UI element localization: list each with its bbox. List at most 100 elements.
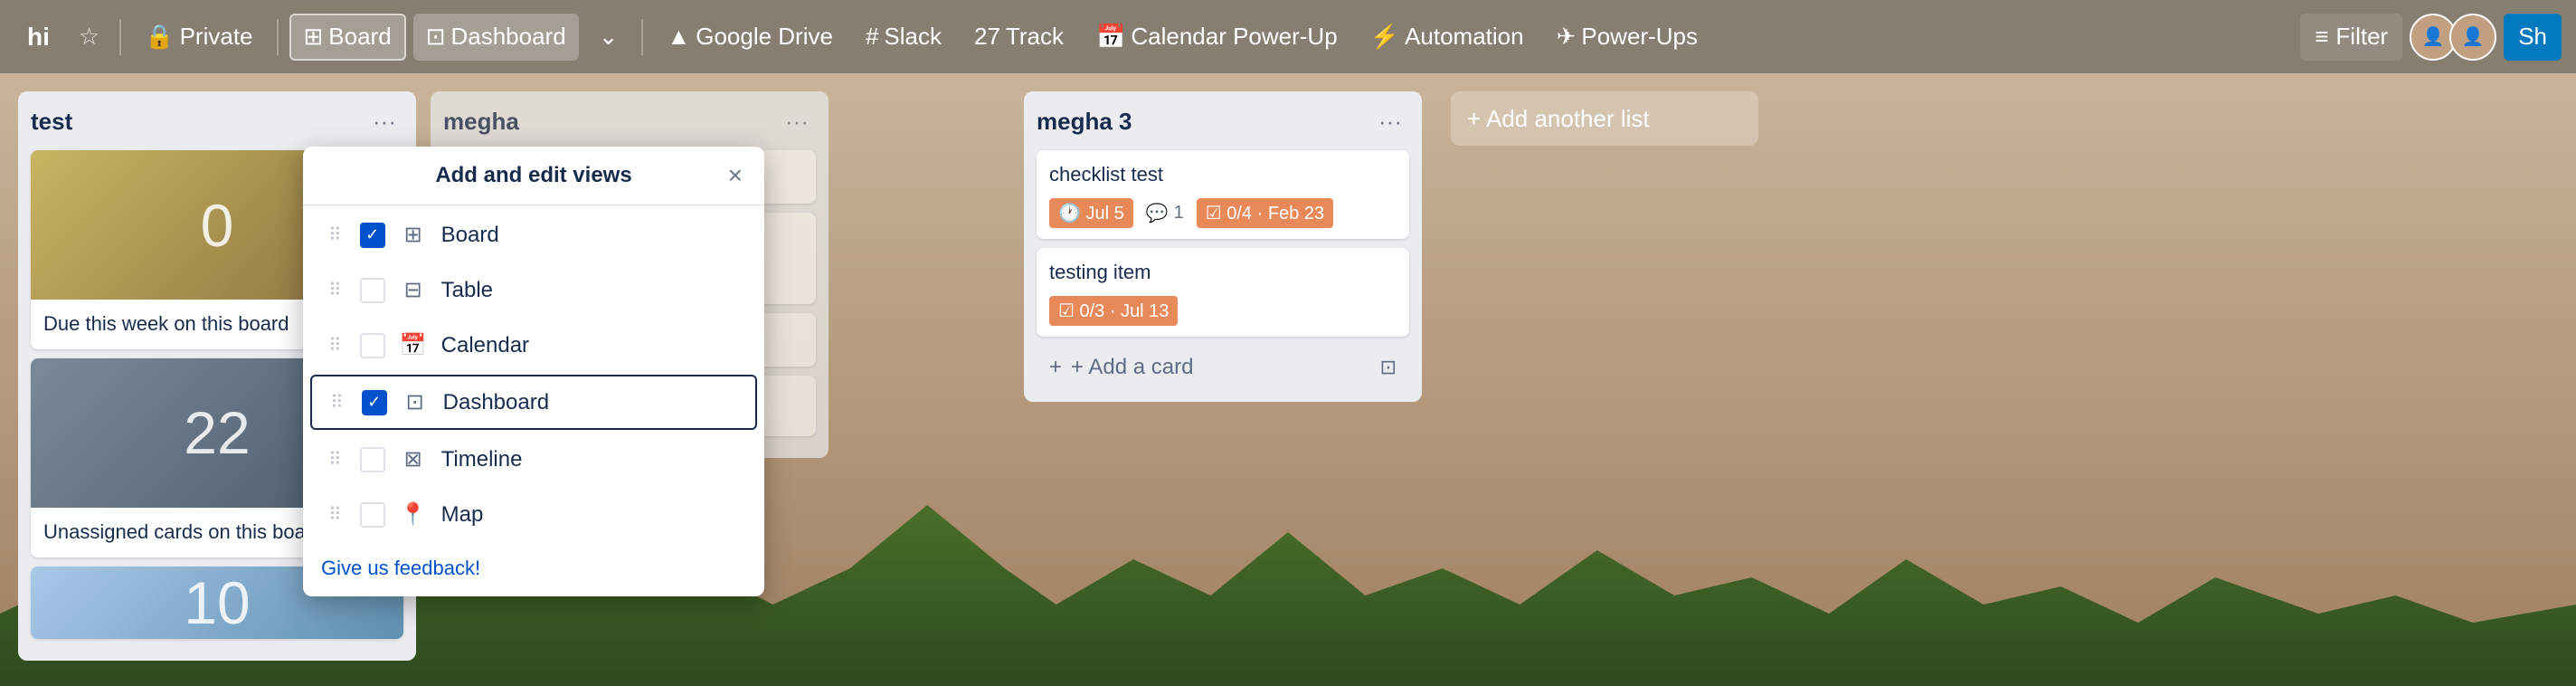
panel-item-calendar[interactable]: ⠿ 📅 Calendar (310, 319, 757, 371)
avatar-group: 👤 👤 (2410, 14, 2496, 61)
list-test-title: test (31, 108, 72, 136)
chevron-down-icon: ⌄ (599, 23, 619, 51)
automation-button[interactable]: ⚡ Automation (1358, 14, 1537, 61)
panel-header: Add and edit views × (303, 147, 764, 205)
board-icon: ⊞ (304, 23, 324, 51)
checkbox-calendar[interactable] (360, 333, 385, 358)
checkbox-dashboard[interactable]: ✓ (362, 390, 387, 415)
avatar-image-2: 👤 (2451, 15, 2495, 59)
board-view-label: Board (441, 223, 499, 248)
map-view-icon: 📍 (400, 501, 427, 528)
drag-handle-board: ⠿ (328, 224, 342, 246)
track-label: Track (1006, 23, 1064, 51)
add-card-text: + Add a card (1071, 355, 1193, 380)
private-button[interactable]: 🔒 Private (132, 14, 265, 61)
checkbox-table[interactable] (360, 278, 385, 303)
panel-item-timeline[interactable]: ⠿ ⊠ Timeline (310, 434, 757, 485)
share-button[interactable]: Sh (2504, 14, 2562, 61)
google-drive-label: Google Drive (696, 23, 833, 51)
checkmark-board: ✓ (365, 225, 379, 244)
card-counter-10: 10 (184, 568, 250, 637)
dashboard-view-icon: ⊡ (402, 389, 429, 415)
track-icon: 27 (974, 23, 1000, 51)
template-icon[interactable]: ⊡ (1380, 356, 1397, 379)
card-testing-item[interactable]: testing item ☑ 0/3 · Jul 13 (1037, 248, 1409, 337)
dashboard-nav-label: Dashboard (450, 23, 565, 51)
powerups-icon: ✈ (1557, 23, 1577, 51)
table-view-label: Table (441, 278, 493, 303)
track-button[interactable]: 27 Track (961, 14, 1076, 61)
drag-handle-calendar: ⠿ (328, 334, 342, 357)
card-testing-item-title: testing item (1049, 259, 1397, 287)
divider-1 (119, 19, 121, 55)
board-button[interactable]: ⊞ Board (289, 14, 406, 61)
map-view-label: Map (441, 502, 484, 528)
filter-button[interactable]: ≡ Filter (2300, 14, 2402, 61)
panel-close-button[interactable]: × (721, 157, 750, 194)
list-megha-header: megha ··· (443, 104, 816, 139)
table-view-icon: ⊟ (400, 277, 427, 303)
panel-item-table[interactable]: ⠿ ⊟ Table (310, 264, 757, 316)
star-icon[interactable]: ☆ (70, 17, 109, 56)
board-label: Board (328, 23, 391, 51)
dashboard-view-label: Dashboard (443, 390, 549, 415)
add-card-button[interactable]: + + Add a card ⊡ (1037, 346, 1409, 389)
lock-icon: 🔒 (145, 23, 174, 51)
panel-item-dashboard[interactable]: ⠿ ✓ ⊡ Dashboard (310, 375, 757, 430)
list-test-header: test ··· (31, 104, 403, 139)
checkbox-timeline[interactable] (360, 447, 385, 472)
dashboard-nav-icon: ⊡ (426, 23, 446, 51)
views-dropdown-panel: Add and edit views × ⠿ ✓ ⊞ Board ⠿ ⊟ Tab… (303, 147, 764, 596)
filter-icon: ≡ (2315, 23, 2328, 51)
avatar-image-1: 👤 (2411, 15, 2455, 59)
comment-count: 1 (1174, 203, 1184, 224)
board-background: test ··· 0 THIS WEEK Due this week on th… (0, 73, 2576, 686)
automation-label: Automation (1405, 23, 1524, 51)
filter-label: Filter (2335, 23, 2388, 51)
divider-2 (277, 19, 279, 55)
checkbox-board[interactable]: ✓ (360, 223, 385, 248)
badge-jul13: ☑ 0/3 · Jul 13 (1049, 296, 1178, 326)
avatar-2[interactable]: 👤 (2449, 14, 2496, 61)
add-list-button[interactable]: + Add another list (1451, 91, 1758, 146)
list-megha3-menu-button[interactable]: ··· (1371, 104, 1409, 139)
checkmark-dashboard: ✓ (367, 393, 381, 412)
panel-feedback: Give us feedback! (303, 544, 764, 596)
google-drive-button[interactable]: ▲ Google Drive (654, 14, 845, 61)
list-test-menu-button[interactable]: ··· (365, 104, 403, 139)
list-megha-menu-button[interactable]: ··· (778, 104, 816, 139)
card-counter-22: 22 (184, 398, 250, 467)
slack-icon: # (866, 23, 878, 51)
lists-container: test ··· 0 THIS WEEK Due this week on th… (18, 91, 1758, 661)
list-megha3-header: megha 3 ··· (1037, 104, 1409, 139)
calendar-view-label: Calendar (441, 333, 529, 358)
card-checklist-test-title: checklist test (1049, 161, 1397, 189)
panel-item-map[interactable]: ⠿ 📍 Map (310, 489, 757, 540)
automation-icon: ⚡ (1370, 23, 1399, 51)
meta-comment: 💬 1 (1146, 202, 1184, 224)
slack-button[interactable]: # Slack (853, 14, 954, 61)
drag-handle-dashboard: ⠿ (330, 391, 344, 414)
panel-title: Add and edit views (435, 163, 631, 188)
share-label: Sh (2518, 23, 2547, 51)
plus-icon: + (1049, 355, 1062, 380)
powerups-button[interactable]: ✈ Power-Ups (1544, 14, 1710, 61)
card-checklist-test-meta: 🕐 Jul 5 💬 1 ☑ 0/4 · Feb 23 (1049, 198, 1397, 228)
panel-item-board[interactable]: ⠿ ✓ ⊞ Board (310, 209, 757, 261)
card-checklist-test[interactable]: checklist test 🕐 Jul 5 💬 1 ☑ 0/4 · Feb 2… (1037, 150, 1409, 239)
card-testing-item-meta: ☑ 0/3 · Jul 13 (1049, 296, 1397, 326)
chevron-dropdown-button[interactable]: ⌄ (586, 14, 631, 61)
powerups-label: Power-Ups (1581, 23, 1698, 51)
calendar-button[interactable]: 📅 Calendar Power-Up (1084, 14, 1350, 61)
checkbox-map[interactable] (360, 502, 385, 528)
feedback-link[interactable]: Give us feedback! (321, 557, 480, 579)
topbar: hi ☆ 🔒 Private ⊞ Board ⊡ Dashboard ⌄ ▲ G… (0, 0, 2576, 73)
hi-logo: hi (14, 17, 62, 57)
drag-handle-timeline: ⠿ (328, 448, 342, 471)
list-megha3: megha 3 ··· checklist test 🕐 Jul 5 💬 1 ☑… (1024, 91, 1422, 402)
timeline-view-label: Timeline (441, 447, 523, 472)
board-view-icon: ⊞ (400, 222, 427, 248)
divider-3 (641, 19, 643, 55)
dashboard-button[interactable]: ⊡ Dashboard (413, 14, 579, 61)
card-checklist-test-body: checklist test 🕐 Jul 5 💬 1 ☑ 0/4 · Feb 2… (1037, 150, 1409, 239)
